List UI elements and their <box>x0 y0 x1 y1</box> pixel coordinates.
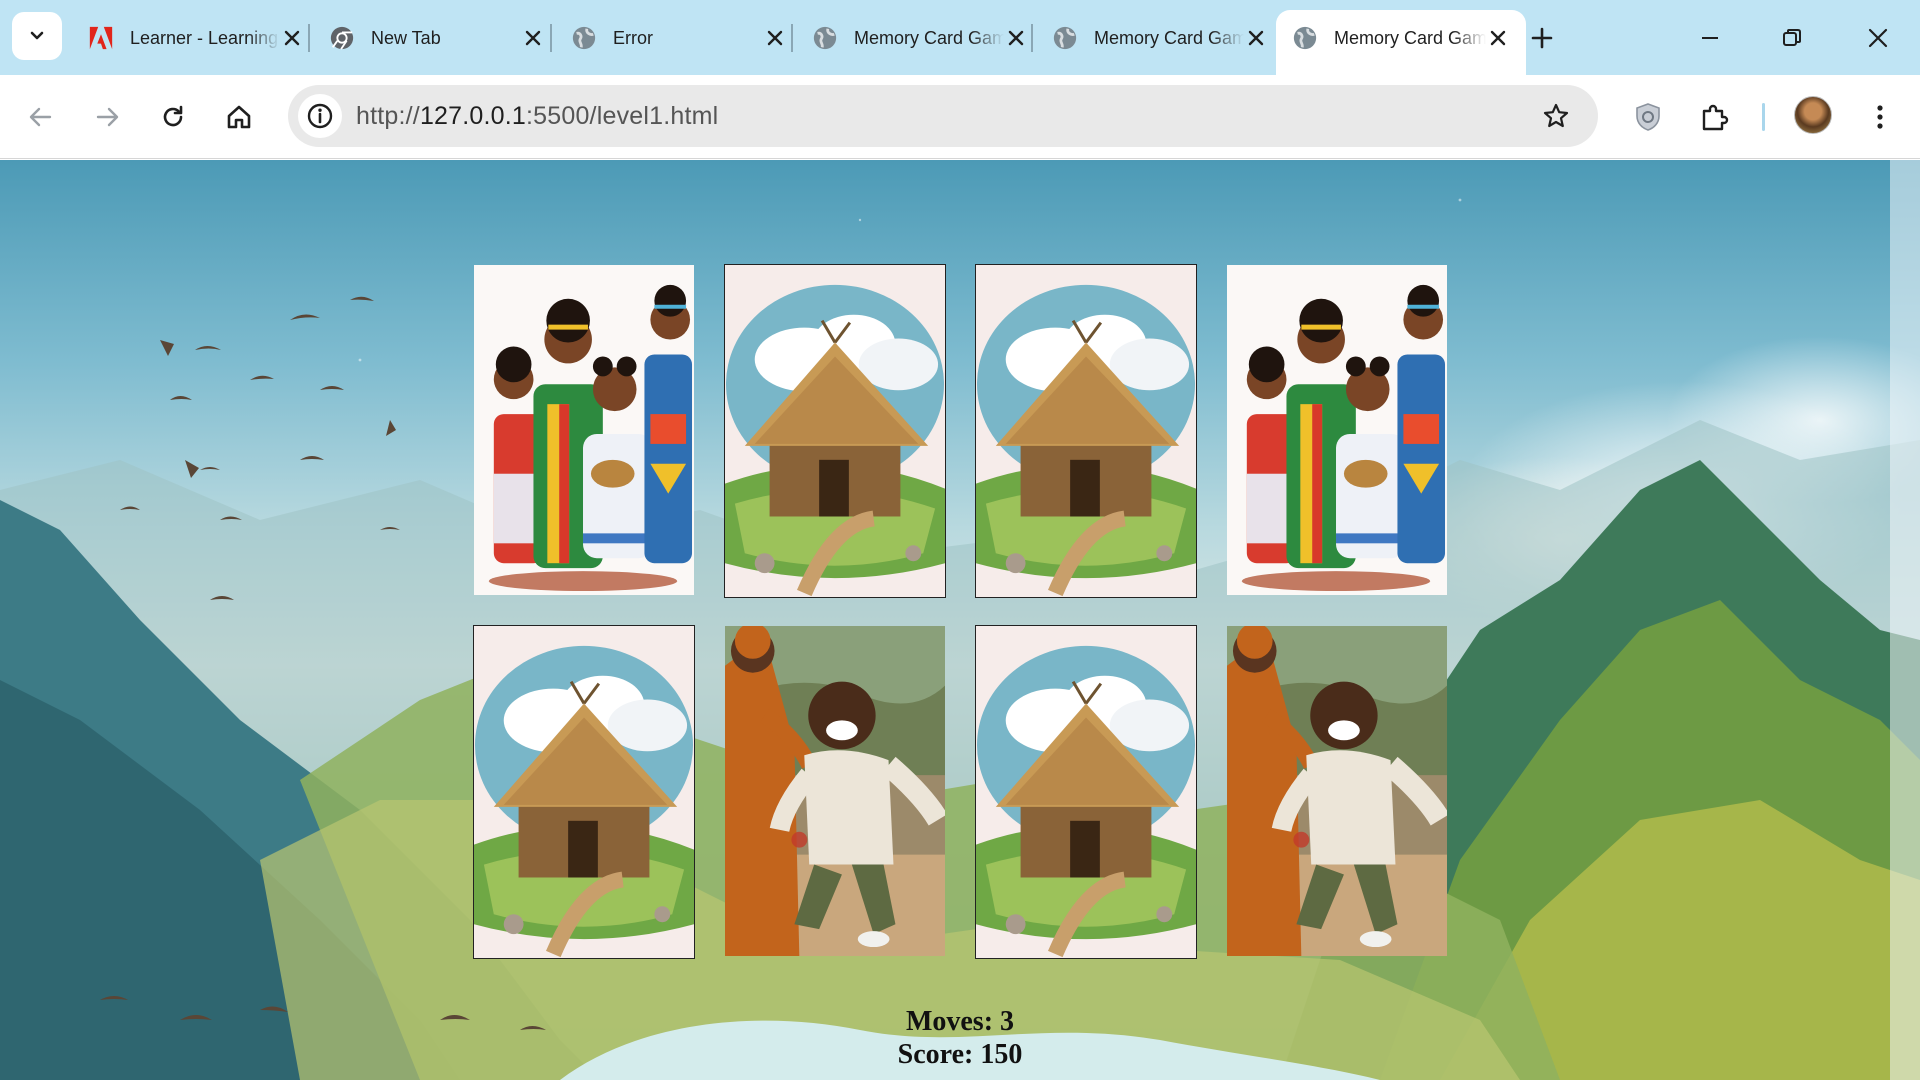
tab-title: Memory Card Game <box>1334 27 1486 48</box>
tab-title: New Tab <box>371 27 441 48</box>
tab-title: Learner - Learning <box>130 27 279 48</box>
memory-card-boy[interactable] <box>724 625 946 957</box>
tab-separator <box>791 24 793 52</box>
girls-in-traditional-dress-image <box>1227 265 1447 595</box>
back-button[interactable] <box>17 93 65 141</box>
menu-button[interactable] <box>1856 93 1904 141</box>
adobe-icon <box>88 25 114 51</box>
tab-strip: Learner - Learning New Tab Error Memory … <box>0 0 1920 75</box>
more-vert-icon <box>1877 105 1883 129</box>
url-host: 127.0.0.1 <box>419 102 526 130</box>
card-grid <box>473 264 1448 964</box>
memory-card-hut[interactable] <box>975 264 1197 598</box>
girls-in-traditional-dress-image <box>474 265 694 595</box>
chevron-down-icon <box>30 31 44 40</box>
address-bar[interactable]: http://127.0.0.1:5500/level1.html <box>288 85 1598 147</box>
globe-icon <box>812 25 838 51</box>
tab-separator <box>1031 24 1033 52</box>
memory-card-girls[interactable] <box>473 264 695 596</box>
globe-icon <box>571 25 597 51</box>
url-scheme: http:// <box>356 102 420 130</box>
shield-icon <box>1636 103 1660 131</box>
close-window-button[interactable] <box>1854 14 1902 62</box>
restore-button[interactable] <box>1768 14 1816 62</box>
shield-extension-button[interactable] <box>1624 93 1672 141</box>
tab-error[interactable]: Error <box>555 10 803 66</box>
memory-card-hut[interactable] <box>473 625 695 959</box>
page-viewport: Moves: 3 Score: 150 <box>0 160 1920 1080</box>
tab-search-button[interactable] <box>12 12 62 60</box>
reload-button[interactable] <box>149 93 197 141</box>
close-icon[interactable] <box>763 26 787 50</box>
globe-icon <box>1292 25 1318 51</box>
thatched-hut-image <box>976 265 1196 597</box>
star-icon <box>1543 103 1569 128</box>
browser-toolbar: http://127.0.0.1:5500/level1.html <box>0 75 1920 159</box>
url-path: :5500/level1.html <box>526 102 719 130</box>
minimize-button[interactable] <box>1686 14 1734 62</box>
puzzle-icon <box>1702 104 1729 131</box>
thatched-hut-image <box>976 626 1196 958</box>
tab-learner[interactable]: Learner - Learning <box>72 10 320 66</box>
tab-memory-card-active[interactable]: Memory Card Game <box>1276 10 1526 75</box>
tab-memory-card-2[interactable]: Memory Card Game <box>1036 10 1284 66</box>
thatched-hut-image <box>725 265 945 597</box>
boy-running-with-mother-image <box>1227 626 1447 956</box>
close-icon[interactable] <box>280 26 304 50</box>
arrow-left-icon <box>29 107 52 127</box>
boy-running-with-mother-image <box>725 626 945 956</box>
home-button[interactable] <box>215 93 263 141</box>
moves-counter: Moves: 3 <box>905 1006 1015 1037</box>
tab-title: Memory Card Game <box>854 27 1004 48</box>
memory-card-girls[interactable] <box>1226 264 1448 596</box>
tab-new-tab[interactable]: New Tab <box>313 10 561 66</box>
arrow-right-icon <box>96 107 119 127</box>
close-icon[interactable] <box>1004 26 1028 50</box>
tab-separator <box>308 24 310 52</box>
tab-title: Memory Card Game <box>1094 27 1244 48</box>
profile-avatar[interactable] <box>1794 96 1832 134</box>
toolbar-separator <box>1762 103 1765 131</box>
close-icon[interactable] <box>1244 26 1268 50</box>
home-icon <box>227 105 251 129</box>
thatched-hut-image <box>474 626 694 958</box>
close-icon[interactable] <box>521 26 545 50</box>
url-text[interactable]: http://127.0.0.1:5500/level1.html <box>356 102 718 131</box>
tab-separator <box>550 24 552 52</box>
restore-icon <box>1783 29 1801 46</box>
game-stats: Moves: 3 Score: 150 <box>760 1005 1160 1071</box>
memory-card-boy[interactable] <box>1226 625 1448 957</box>
bookmark-button[interactable] <box>1534 94 1578 138</box>
close-icon[interactable] <box>1486 26 1510 50</box>
memory-card-hut[interactable] <box>975 625 1197 959</box>
page-scroll-area <box>1890 160 1920 1080</box>
extensions-button[interactable] <box>1690 93 1738 141</box>
tab-title: Error <box>613 27 653 48</box>
reload-icon <box>163 105 183 127</box>
close-icon <box>1868 28 1888 48</box>
minimize-icon <box>1702 37 1718 39</box>
plus-icon <box>1531 27 1553 49</box>
score-counter: Score: 150 <box>897 1039 1023 1070</box>
info-icon <box>307 103 333 129</box>
site-info-button[interactable] <box>298 94 342 138</box>
new-tab-button[interactable] <box>1522 18 1562 58</box>
forward-button[interactable] <box>83 93 131 141</box>
globe-icon <box>1052 25 1078 51</box>
chrome-icon <box>329 25 355 51</box>
memory-card-hut[interactable] <box>724 264 946 598</box>
tab-memory-card-1[interactable]: Memory Card Game <box>796 10 1044 66</box>
